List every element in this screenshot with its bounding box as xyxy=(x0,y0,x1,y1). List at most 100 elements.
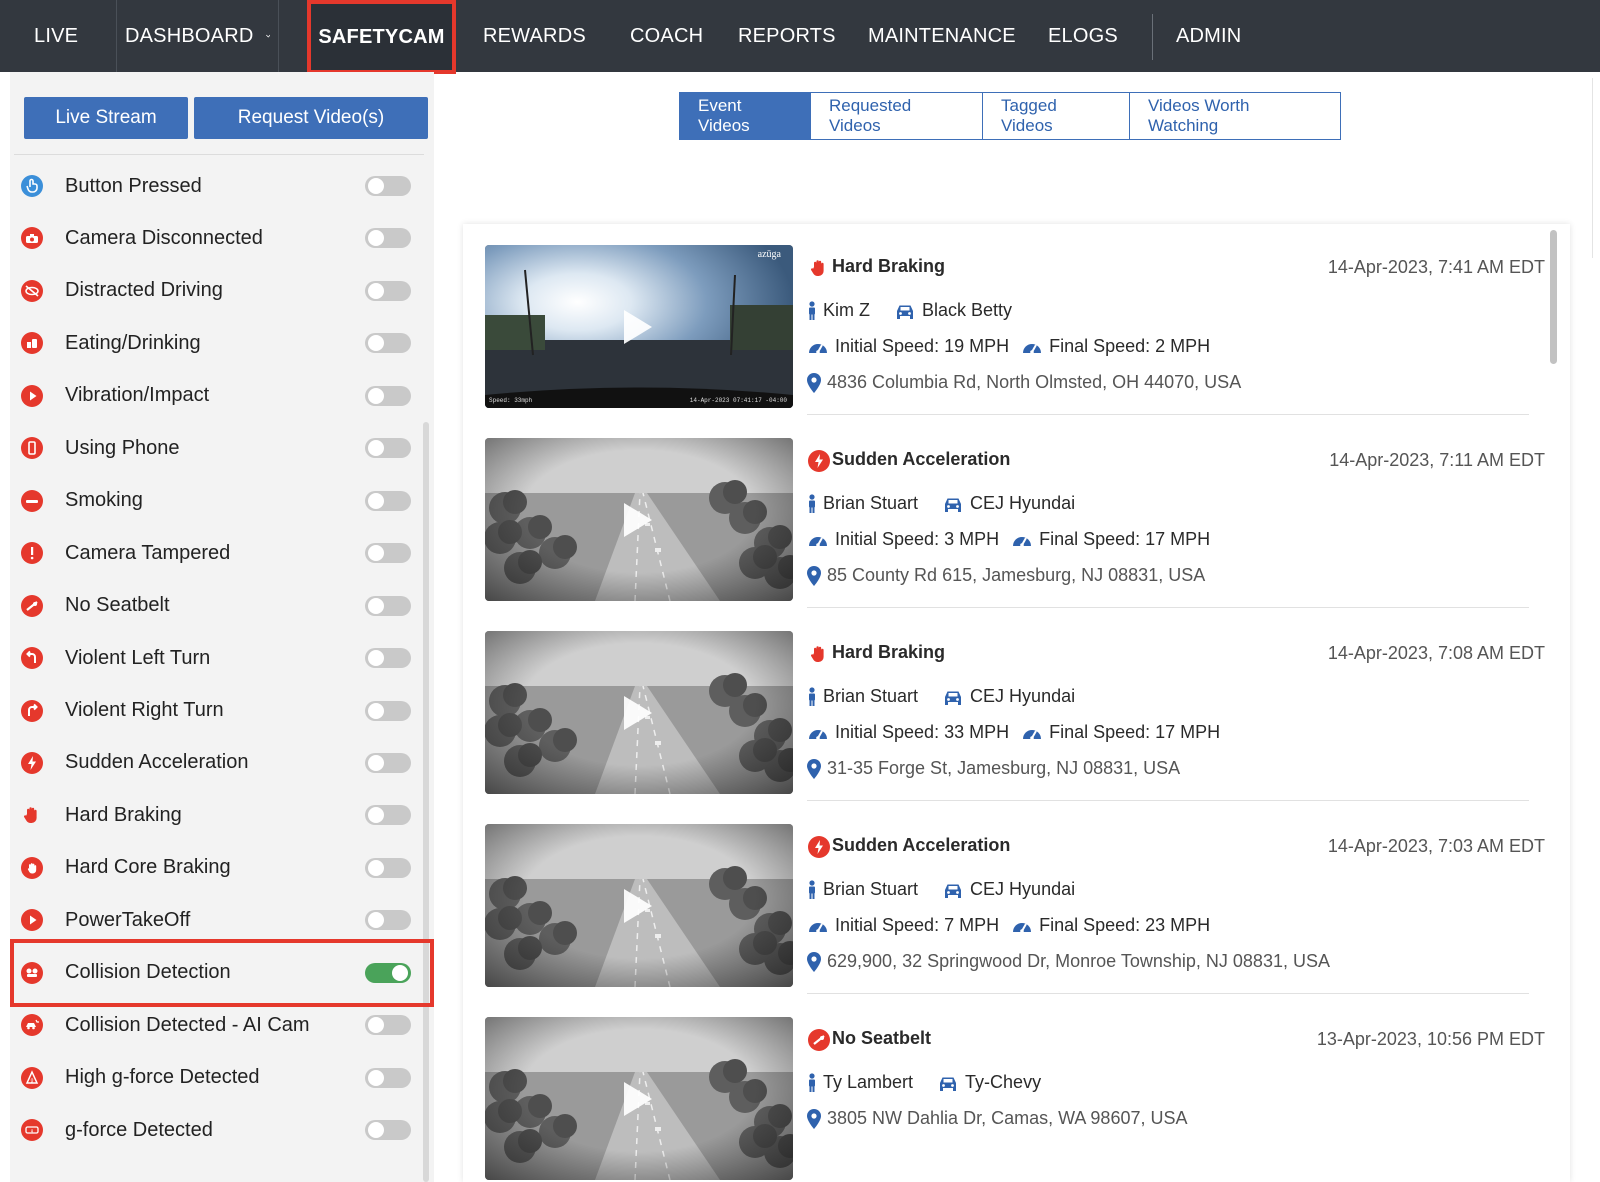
play-circle-icon xyxy=(20,908,44,932)
speedometer-icon xyxy=(807,722,835,743)
filter-row[interactable]: Button Pressed xyxy=(10,160,424,212)
filter-label: Camera Disconnected xyxy=(65,226,263,249)
nav-live-label: LIVE xyxy=(34,24,79,47)
filter-row[interactable]: Vibration/Impact xyxy=(10,370,424,422)
video-thumbnail[interactable] xyxy=(485,1017,793,1180)
filter-row[interactable]: Sudden Acceleration xyxy=(10,737,424,789)
filter-toggle[interactable] xyxy=(365,385,411,406)
map-pin-icon xyxy=(807,758,827,780)
video-thumbnail[interactable]: azūga Speed: 33mph 14-Apr-2023 07:41:17 -0… xyxy=(485,245,793,408)
sidebar-scrollbar[interactable] xyxy=(423,422,429,1182)
filter-row[interactable]: Camera Disconnected xyxy=(10,212,424,264)
filter-row[interactable]: Eating/Drinking xyxy=(10,317,424,369)
filter-row[interactable]: Hard Core Braking xyxy=(10,842,424,894)
nav-maintenance[interactable]: MAINTENANCE xyxy=(868,0,1016,72)
event-item: Sudden Acceleration 14-Apr-2023, 7:11 AM … xyxy=(485,417,1545,614)
filter-row[interactable]: Distracted Driving xyxy=(10,265,424,317)
play-icon[interactable] xyxy=(624,503,652,537)
filter-toggle[interactable] xyxy=(365,228,411,249)
speedometer-icon xyxy=(807,336,835,357)
driver-name: Ty Lambert xyxy=(823,1072,914,1093)
filter-row[interactable]: g High g-force Detected xyxy=(10,1052,424,1104)
tab-event-videos[interactable]: Event Videos xyxy=(679,92,811,140)
vehicle-name: Ty-Chevy xyxy=(965,1072,1042,1093)
filter-toggle[interactable] xyxy=(365,1067,411,1088)
nav-rewards[interactable]: REWARDS xyxy=(483,0,586,72)
nav-maintenance-label: MAINTENANCE xyxy=(868,24,1016,47)
nav-coach[interactable]: COACH xyxy=(630,0,703,72)
event-divider xyxy=(807,607,1529,608)
overlay-timestamp: 14-Apr-2023 07:41:17 -04:00 xyxy=(690,397,788,404)
driver-icon xyxy=(807,493,823,514)
filter-toggle[interactable] xyxy=(365,752,411,773)
filter-toggle[interactable] xyxy=(365,595,411,616)
hand-stop-icon xyxy=(807,642,829,664)
filter-toggle[interactable] xyxy=(365,910,411,931)
video-thumbnail[interactable] xyxy=(485,824,793,987)
filter-label: Vibration/Impact xyxy=(65,384,210,407)
filter-toggle[interactable] xyxy=(365,438,411,459)
play-icon[interactable] xyxy=(624,889,652,923)
play-icon[interactable] xyxy=(624,310,652,344)
filter-toggle[interactable] xyxy=(365,700,411,721)
event-list-scrollbar[interactable] xyxy=(1550,230,1557,364)
speedometer-icon xyxy=(1021,336,1049,357)
map-pin-icon xyxy=(807,372,827,394)
live-stream-button[interactable]: Live Stream xyxy=(24,97,188,139)
nav-elogs-label: ELOGS xyxy=(1048,24,1118,47)
filter-toggle[interactable] xyxy=(365,490,411,511)
filter-toggle[interactable] xyxy=(365,280,411,301)
driver-icon xyxy=(807,879,823,900)
final-speed: Final Speed: 23 MPH xyxy=(1039,915,1211,936)
event-driver-vehicle: Brian Stuart CEJ Hyundai xyxy=(807,493,1075,514)
filter-toggle[interactable] xyxy=(365,805,411,826)
filter-row[interactable]: Violent Right Turn xyxy=(10,685,424,737)
play-icon[interactable] xyxy=(624,696,652,730)
filter-row[interactable]: g g-force Detected xyxy=(10,1104,424,1156)
vehicle-name: CEJ Hyundai xyxy=(970,493,1076,514)
play-icon[interactable] xyxy=(624,1082,652,1116)
filter-row[interactable]: No Seatbelt xyxy=(10,580,424,632)
filter-row[interactable]: Using Phone xyxy=(10,422,424,474)
filter-toggle[interactable] xyxy=(365,1015,411,1036)
event-divider xyxy=(807,414,1529,415)
filter-toggle[interactable] xyxy=(365,1120,411,1141)
nav-live[interactable]: LIVE xyxy=(34,0,78,72)
nav-reports-label: REPORTS xyxy=(738,24,836,47)
event-timestamp: 14-Apr-2023, 7:08 AM EDT xyxy=(1327,643,1545,663)
collision-detection-highlight xyxy=(10,939,434,1007)
filter-row[interactable]: Violent Left Turn xyxy=(10,632,424,684)
filter-toggle[interactable] xyxy=(365,543,411,564)
video-thumbnail[interactable] xyxy=(485,631,793,794)
filter-toggle[interactable] xyxy=(365,333,411,354)
tab-videos-worth-watching[interactable]: Videos Worth Watching xyxy=(1129,92,1341,140)
event-title: Sudden Acceleration xyxy=(832,835,1011,855)
speedometer-icon xyxy=(807,529,835,550)
nav-dashboard-label: DASHBOARD xyxy=(125,24,254,47)
event-location: 629,900, 32 Springwood Dr, Monroe Townsh… xyxy=(807,951,1330,973)
event-item: Sudden Acceleration 14-Apr-2023, 7:03 AM … xyxy=(485,803,1545,1000)
filter-row[interactable]: Hard Braking xyxy=(10,789,424,841)
initial-speed: Initial Speed: 19 MPH xyxy=(835,336,1010,357)
filter-row[interactable]: Camera Tampered xyxy=(10,527,424,579)
sidebar-divider xyxy=(14,154,424,155)
video-thumbnail[interactable] xyxy=(485,438,793,601)
tab-requested-videos[interactable]: Requested Videos xyxy=(810,92,983,140)
filter-toggle[interactable] xyxy=(365,176,411,196)
request-video-button[interactable]: Request Video(s) xyxy=(194,97,428,139)
map-pin-icon xyxy=(807,951,827,973)
nav-reports[interactable]: REPORTS xyxy=(738,0,836,72)
event-driver-vehicle: Brian Stuart CEJ Hyundai xyxy=(807,879,1075,900)
nav-dashboard[interactable]: DASHBOARD xyxy=(116,0,279,72)
filter-toggle[interactable] xyxy=(365,648,411,669)
nav-safetycam[interactable]: SAFETYCAM xyxy=(307,0,456,74)
filter-toggle[interactable] xyxy=(365,857,411,878)
nav-elogs[interactable]: ELOGS xyxy=(1048,0,1118,72)
hand-stop-icon xyxy=(20,803,44,827)
driver-icon xyxy=(807,1072,823,1093)
filter-row[interactable]: Smoking xyxy=(10,475,424,527)
gforce-icon: g xyxy=(20,1118,44,1142)
nav-admin[interactable]: ADMIN xyxy=(1176,0,1241,72)
event-title: No Seatbelt xyxy=(832,1028,932,1048)
tab-tagged-videos[interactable]: Tagged Videos xyxy=(982,92,1130,140)
